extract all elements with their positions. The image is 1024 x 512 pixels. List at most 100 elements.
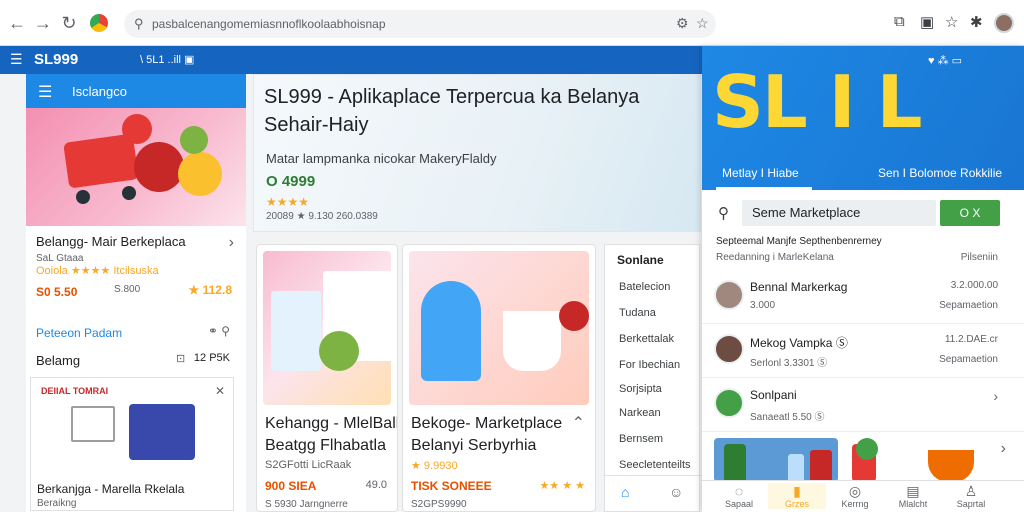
category-item[interactable]: Sorjsipta [619, 383, 662, 395]
avatar [714, 334, 744, 364]
product-image [409, 251, 589, 405]
product-card-1[interactable]: Kehangg - MlelBalk Beatgg Flhabatla S2GF… [256, 244, 398, 512]
bottle-illustration [724, 444, 746, 482]
nav-label: Grzes [784, 499, 809, 509]
product-title[interactable]: Kehangg - MlelBalk Beatgg Flhabatla [265, 413, 397, 457]
nav-item[interactable]: ♙ Saprtal [942, 483, 1000, 509]
search-input[interactable]: Seme Marketplace [742, 200, 936, 226]
address-bar[interactable]: ⚲ pasbalcenangomemiasnnoflkoolaabhoisnap… [124, 10, 716, 38]
puzzle-icon[interactable]: ✱ [970, 13, 983, 31]
item-sub: Serlonl 3.3301 Ⓢ [750, 358, 828, 369]
search-button[interactable]: O X [940, 200, 1000, 226]
item-status: Sepamaetion [939, 300, 998, 311]
tab-other[interactable]: Sen I Bolomoe Rokkilie [878, 166, 1002, 180]
category-header: Sonlane [617, 253, 664, 267]
mini-product-card[interactable]: DEIIAL TOMRAI ✕ Berkanjga - Marella Rkel… [30, 377, 234, 511]
menu-icon[interactable]: ☰ [10, 51, 23, 68]
nav-item[interactable]: ◌ Sapaal [710, 483, 768, 509]
product-price-alt: S.800 [114, 284, 141, 295]
nav-item[interactable]: ▤ Mlalcht [884, 483, 942, 509]
user-icon[interactable]: ☺ [669, 484, 683, 500]
share-icon[interactable]: ⚭ ⚲ [208, 324, 230, 338]
compass-icon: ◎ [848, 483, 862, 499]
chevron-right-icon[interactable]: › [993, 388, 998, 404]
star-icon[interactable]: ☆ [696, 15, 709, 32]
bookmark-icon[interactable]: ☆ [945, 13, 958, 31]
reload-button[interactable]: ↻ [58, 12, 80, 34]
browser-toolbar: ← → ↻ ⚲ pasbalcenangomemiasnnoflkoolaabh… [0, 0, 1024, 46]
hamburger-icon[interactable]: ☰ [38, 82, 52, 102]
section-title[interactable]: Peteeon Padam [36, 326, 122, 340]
product-meta: ★ 9.9930 [411, 460, 458, 472]
category-bottom-nav: ⌂ ☺ [605, 475, 701, 511]
product-price: 900 SIEA [265, 479, 317, 493]
section2-title: Belamg [36, 353, 81, 368]
camera-icon[interactable]: ⊡ [176, 352, 185, 365]
product-rating: 49.0 [365, 479, 387, 491]
product-card[interactable]: Belangg- Mair Berkeplaca › SaL Gtaaa Ooi… [26, 226, 246, 308]
mini-label: DEIIAL TOMRAI [41, 386, 109, 396]
nav-item[interactable]: ◎ Kerrng [826, 483, 884, 509]
product-title[interactable]: Belangg- Mair Berkeplaca [36, 234, 236, 249]
tab-underline [716, 187, 812, 190]
grocery-cart-banner[interactable] [26, 108, 246, 226]
wallet-icon: ▤ [906, 483, 920, 499]
close-icon[interactable]: ✕ [215, 384, 225, 398]
list-item[interactable]: Mekog Vampka Ⓢ Serlonl 3.3301 Ⓢ 11.2.DAE… [702, 324, 1024, 378]
home-icon[interactable]: ⌂ [621, 484, 629, 500]
list-heading: Septeemal Manjfe Septhenbenrerney [716, 236, 882, 247]
translate-icon[interactable]: ⚙ [676, 15, 689, 32]
tab-home[interactable]: Metlay I Hiabe [722, 166, 799, 180]
forward-button[interactable]: → [32, 12, 54, 34]
back-button[interactable]: ← [6, 12, 28, 34]
search-icon[interactable]: ⚲ [718, 204, 729, 222]
hero-description: Matar lampmanka nicokar MakeryFlaldy [266, 151, 497, 166]
item-sub: 3.000 [750, 300, 776, 311]
cart-illustration [63, 133, 139, 189]
category-item[interactable]: Bernsem [619, 433, 663, 445]
wifi-icon: ♥ ⁂ ▭ [928, 55, 963, 67]
list-item[interactable]: Sonlpani Sanaeatl 5.50 Ⓢ › [702, 378, 1024, 432]
can-illustration [810, 450, 832, 482]
category-panel: Sonlane Batelecion Tudana Berkettalak Fo… [604, 244, 701, 512]
product-meta: S2GFotti LicRaak [265, 459, 352, 471]
product-title[interactable]: Bekoge- Marketplace Belanyi Serbyrhia [411, 413, 591, 457]
box-illustration [271, 291, 321, 371]
category-item[interactable]: Seecletenteilts [619, 459, 691, 471]
tomato-illustration [134, 142, 184, 192]
nav-label: Saprtal [956, 499, 986, 509]
mini-title[interactable]: Berkanjga - Marella Rkelala [37, 482, 184, 496]
list-subheading: Reedanning i MarleKelana [716, 252, 834, 263]
category-item[interactable]: For Ibechian [619, 359, 680, 371]
nav-item[interactable]: ▮ Grzes [768, 483, 826, 509]
url-text[interactable]: pasbalcenangomemiasnnoflkoolaabhoisnap [152, 17, 386, 31]
list-item[interactable]: Bennal Markerkag 3.000 3.2.000.00 Sepama… [702, 270, 1024, 324]
search-row: ⚲ Seme Marketplace O X [702, 196, 1024, 232]
product-foot: S 5930 Jarngnerre [265, 499, 348, 510]
avatar [714, 280, 744, 310]
category-item[interactable]: Tudana [619, 307, 656, 319]
sidepanel-icon[interactable]: ▣ [920, 13, 934, 31]
product-rating: ★★ ★ ★ [539, 480, 585, 492]
category-item[interactable]: Batelecion [619, 281, 670, 293]
category-item[interactable]: Berkettalak [619, 333, 674, 345]
chevron-right-icon[interactable]: › [1001, 440, 1006, 458]
cart-wheel [122, 186, 136, 200]
category-item[interactable]: Narkean [619, 407, 661, 419]
product-banner[interactable] [714, 438, 838, 482]
product-card-2[interactable]: ⌃ Bekoge- Marketplace Belanyi Serbyrhia … [402, 244, 596, 512]
google-icon[interactable] [90, 14, 108, 32]
product-price: TISK SONEEE [411, 479, 492, 493]
list-subheading-right: Pilseniin [960, 252, 998, 263]
leaf-illustration [180, 126, 208, 154]
extension-icon[interactable]: ⧉ [894, 13, 905, 30]
hero-banner: SL999 - Aplikaplace Terpercua ka Belanya… [253, 74, 701, 232]
section2-count: 12 P5K [193, 352, 230, 364]
tomato-illustration [122, 114, 152, 144]
hero-meta: 20089 ★ 9.130 260.0389 [266, 211, 378, 222]
brand-name[interactable]: SL999 [34, 51, 78, 68]
profile-avatar[interactable] [994, 13, 1014, 33]
avatar [714, 388, 744, 418]
chevron-right-icon[interactable]: › [229, 234, 234, 252]
sl-logo: SL I L [712, 60, 923, 144]
